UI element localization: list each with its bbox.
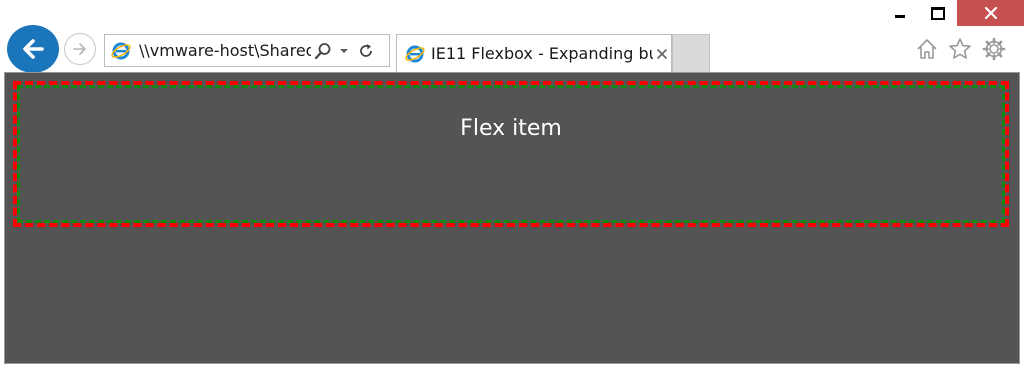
search-button[interactable]	[311, 42, 335, 60]
close-window-button[interactable]	[957, 0, 1024, 26]
forward-arrow-icon	[73, 43, 86, 55]
back-arrow-icon	[23, 39, 44, 59]
refresh-icon	[360, 43, 372, 57]
address-dropdown-button[interactable]	[335, 47, 353, 55]
browser-window: \\vmware-host\Shared IE11 Flexbox - Expa…	[0, 0, 1024, 373]
tab-active[interactable]: IE11 Flexbox - Expanding bu	[396, 34, 672, 72]
refresh-button[interactable]	[353, 43, 379, 59]
search-icon	[314, 42, 331, 59]
home-icon	[917, 39, 937, 59]
gear-icon	[982, 37, 1006, 61]
page-viewport: Flex item	[4, 72, 1020, 364]
address-url[interactable]: \\vmware-host\Shared	[139, 41, 311, 60]
favorites-button[interactable]	[947, 36, 973, 62]
home-button[interactable]	[914, 36, 940, 62]
forward-button[interactable]	[64, 33, 96, 65]
close-icon	[657, 48, 667, 59]
tab-title: IE11 Flexbox - Expanding bu	[431, 44, 653, 63]
ie-logo-icon	[405, 45, 425, 62]
flex-container: Flex item	[13, 81, 1009, 227]
star-icon	[949, 38, 971, 59]
close-icon	[984, 6, 997, 20]
new-tab-button[interactable]	[672, 34, 710, 72]
window-bottom-edge	[0, 364, 1024, 373]
maximize-icon	[931, 6, 945, 20]
address-bar[interactable]: \\vmware-host\Shared	[104, 34, 390, 67]
close-tab-button[interactable]	[653, 48, 671, 60]
minimize-button[interactable]	[886, 0, 914, 26]
tools-button[interactable]	[981, 36, 1007, 62]
flex-item: Flex item	[17, 85, 1005, 223]
maximize-button[interactable]	[922, 0, 954, 26]
chevron-down-icon	[340, 48, 348, 53]
back-button[interactable]	[7, 25, 59, 73]
minimize-icon	[895, 14, 905, 18]
flex-item-label: Flex item	[460, 116, 562, 141]
ie-logo-icon	[111, 42, 131, 59]
